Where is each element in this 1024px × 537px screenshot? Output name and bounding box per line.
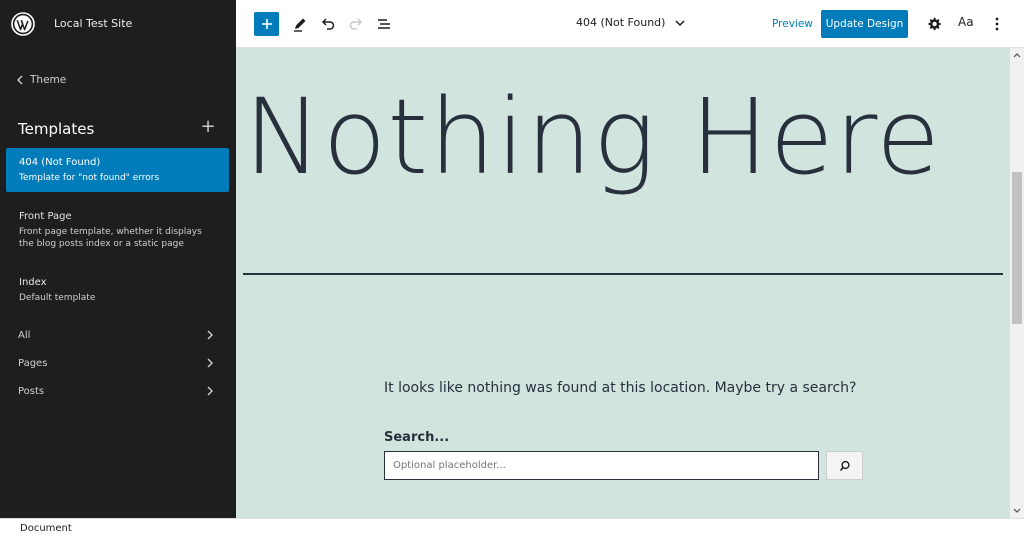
- block-breadcrumb-bar: Document: [0, 518, 1024, 537]
- redo-icon: [349, 18, 363, 30]
- add-template-button[interactable]: +: [200, 118, 216, 136]
- site-title[interactable]: Local Test Site: [54, 17, 132, 30]
- options-menu-button[interactable]: [987, 14, 1007, 34]
- back-to-theme-link[interactable]: Theme: [16, 74, 66, 86]
- nav-item-posts[interactable]: Posts: [18, 382, 214, 400]
- template-description: Template for "not found" errors: [19, 173, 160, 183]
- template-description: Default template: [19, 293, 96, 303]
- canvas-scrollbar[interactable]: [1010, 48, 1024, 518]
- plus-icon: [261, 19, 272, 29]
- undo-icon: [321, 18, 335, 30]
- wordpress-logo-icon[interactable]: [11, 12, 35, 36]
- scrollbar-thumb[interactable]: [1012, 172, 1022, 324]
- chevron-left-icon: [17, 75, 23, 85]
- template-item-front-page[interactable]: Front Page Front page template, whether …: [6, 202, 229, 258]
- redo-button[interactable]: [346, 14, 366, 34]
- search-input[interactable]: Optional placeholder...: [384, 451, 819, 480]
- templates-heading: Templates: [18, 120, 95, 138]
- settings-button[interactable]: [924, 14, 944, 34]
- chevron-right-icon: [207, 386, 213, 396]
- chevron-down-icon: [675, 19, 685, 26]
- search-placeholder: Optional placeholder...: [393, 460, 506, 471]
- editor-toolbar: 404 (Not Found) Preview Update Design Aa: [236, 0, 1024, 48]
- editor-canvas[interactable]: Nothing Here It looks like nothing was f…: [236, 48, 1010, 518]
- chevron-right-icon: [207, 330, 213, 340]
- chevron-right-icon: [207, 358, 213, 368]
- nav-item-pages[interactable]: Pages: [18, 354, 214, 372]
- breadcrumb-document[interactable]: Document: [20, 523, 72, 534]
- template-item-404[interactable]: 404 (Not Found) Template for "not found"…: [6, 148, 229, 192]
- scroll-up-arrow-icon[interactable]: [1013, 52, 1021, 58]
- template-name: Index: [19, 277, 47, 288]
- sidebar: Local Test Site Theme Templates + 404 (N…: [0, 0, 236, 518]
- preview-button[interactable]: Preview: [772, 18, 813, 30]
- list-view-icon: [378, 19, 390, 29]
- scroll-down-arrow-icon[interactable]: [1013, 508, 1021, 514]
- nav-item-label: All: [18, 329, 31, 341]
- styles-button[interactable]: Aa: [958, 15, 974, 29]
- nav-item-all[interactable]: All: [18, 326, 214, 344]
- search-icon: [839, 460, 850, 471]
- template-item-index[interactable]: Index Default template: [6, 268, 229, 312]
- document-title-dropdown[interactable]: 404 (Not Found): [576, 16, 685, 29]
- nav-item-label: Posts: [18, 385, 45, 397]
- separator-block[interactable]: [243, 273, 1003, 275]
- search-button[interactable]: [826, 451, 863, 480]
- template-name: 404 (Not Found): [19, 157, 101, 168]
- nav-item-label: Pages: [18, 357, 48, 369]
- list-view-button[interactable]: [374, 14, 394, 34]
- document-title: 404 (Not Found): [576, 16, 666, 29]
- search-label[interactable]: Search...: [384, 430, 449, 445]
- page-title-block[interactable]: Nothing Here: [244, 76, 941, 198]
- undo-button[interactable]: [318, 14, 338, 34]
- template-name: Front Page: [19, 211, 72, 222]
- block-inserter-button[interactable]: [254, 12, 279, 36]
- gear-icon: [928, 17, 941, 31]
- tools-button[interactable]: [290, 14, 310, 34]
- update-design-button[interactable]: Update Design: [821, 10, 908, 38]
- site-header: Local Test Site: [0, 0, 236, 48]
- paragraph-block[interactable]: It looks like nothing was found at this …: [384, 380, 856, 396]
- pencil-icon: [294, 18, 306, 32]
- template-description: Front page template, whether it displays…: [19, 227, 202, 249]
- back-link-label: Theme: [30, 74, 67, 86]
- plus-icon: +: [200, 116, 216, 137]
- more-vertical-icon: [995, 17, 999, 31]
